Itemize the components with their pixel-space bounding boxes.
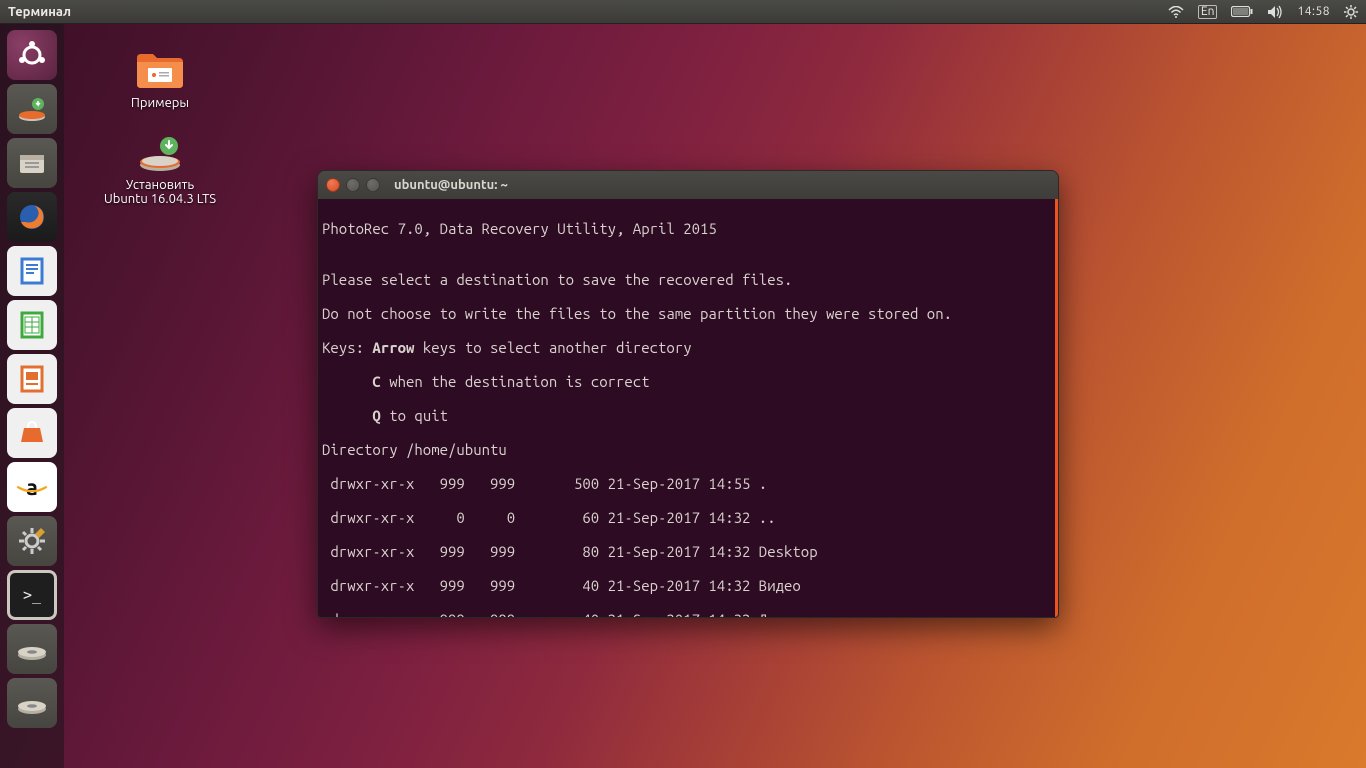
battery-icon[interactable] <box>1231 6 1253 17</box>
desktop-icon-label: Установить <box>126 178 194 192</box>
term-line: Keys: Arrow keys to select another direc… <box>320 339 1056 356</box>
launcher-libreoffice-impress[interactable] <box>7 354 57 404</box>
active-app-title[interactable]: Терминал <box>8 5 71 19</box>
unity-launcher: a >_ <box>0 24 64 768</box>
terminal-content[interactable]: PhotoRec 7.0, Data Recovery Utility, Apr… <box>318 199 1058 617</box>
desktop-icon-label: Ubuntu 16.04.3 LTS <box>104 192 216 206</box>
term-line: C when the destination is correct <box>320 373 1056 390</box>
launcher-system-settings[interactable] <box>7 516 57 566</box>
desktop-icon-examples[interactable]: Примеры <box>90 48 230 110</box>
launcher-firefox[interactable] <box>7 192 57 242</box>
dash-button[interactable] <box>7 30 57 80</box>
terminal-glyph: >_ <box>23 586 41 604</box>
file-row[interactable]: drwxr-xr-x 999 999 500 21-Sep-2017 14:55… <box>320 475 1056 492</box>
launcher-libreoffice-calc[interactable] <box>7 300 57 350</box>
folder-icon <box>134 48 186 92</box>
term-line: Please select a destination to save the … <box>320 271 1056 288</box>
window-title: ubuntu@ubuntu: ~ <box>394 178 508 192</box>
launcher-disk-1[interactable] <box>7 624 57 674</box>
file-row[interactable]: drwxr-xr-x 999 999 80 21-Sep-2017 14:32 … <box>320 543 1056 560</box>
file-row[interactable]: drwxr-xr-x 999 999 40 21-Sep-2017 14:32 … <box>320 577 1056 594</box>
launcher-software-center[interactable] <box>7 408 57 458</box>
window-minimize-button[interactable] <box>346 178 360 192</box>
launcher-disk-2[interactable] <box>7 678 57 728</box>
term-line: Do not choose to write the files to the … <box>320 305 1056 322</box>
gear-icon[interactable] <box>1344 5 1358 19</box>
wifi-icon[interactable] <box>1168 6 1184 18</box>
launcher-terminal[interactable]: >_ <box>7 570 57 620</box>
desktop-icon-install-ubuntu[interactable]: Установить Ubuntu 16.04.3 LTS <box>90 130 230 206</box>
install-icon <box>134 130 186 174</box>
volume-icon[interactable] <box>1267 5 1283 19</box>
launcher-libreoffice-writer[interactable] <box>7 246 57 296</box>
window-titlebar[interactable]: ubuntu@ubuntu: ~ <box>318 171 1058 199</box>
scrollbar-edge <box>1055 199 1058 617</box>
clock[interactable]: 14:58 <box>1297 5 1330 18</box>
window-maximize-button[interactable] <box>366 178 380 192</box>
file-row[interactable]: drwxr-xr-x 999 999 40 21-Sep-2017 14:32 … <box>320 611 1056 617</box>
launcher-files[interactable] <box>7 138 57 188</box>
terminal-window[interactable]: ubuntu@ubuntu: ~ PhotoRec 7.0, Data Reco… <box>317 170 1059 618</box>
desktop-icon-label: Примеры <box>131 96 189 110</box>
term-line: Q to quit <box>320 407 1056 424</box>
launcher-amazon[interactable]: a <box>7 462 57 512</box>
top-menubar: Терминал En 14:58 <box>0 0 1366 24</box>
file-row[interactable]: drwxr-xr-x 0 0 60 21-Sep-2017 14:32 .. <box>320 509 1056 526</box>
term-line: Directory /home/ubuntu <box>320 441 1056 458</box>
term-line: PhotoRec 7.0, Data Recovery Utility, Apr… <box>320 220 1056 237</box>
window-close-button[interactable] <box>326 178 340 192</box>
keyboard-layout-indicator[interactable]: En <box>1198 5 1218 19</box>
launcher-install-ubuntu[interactable] <box>7 84 57 134</box>
system-tray: En 14:58 <box>1168 5 1358 19</box>
